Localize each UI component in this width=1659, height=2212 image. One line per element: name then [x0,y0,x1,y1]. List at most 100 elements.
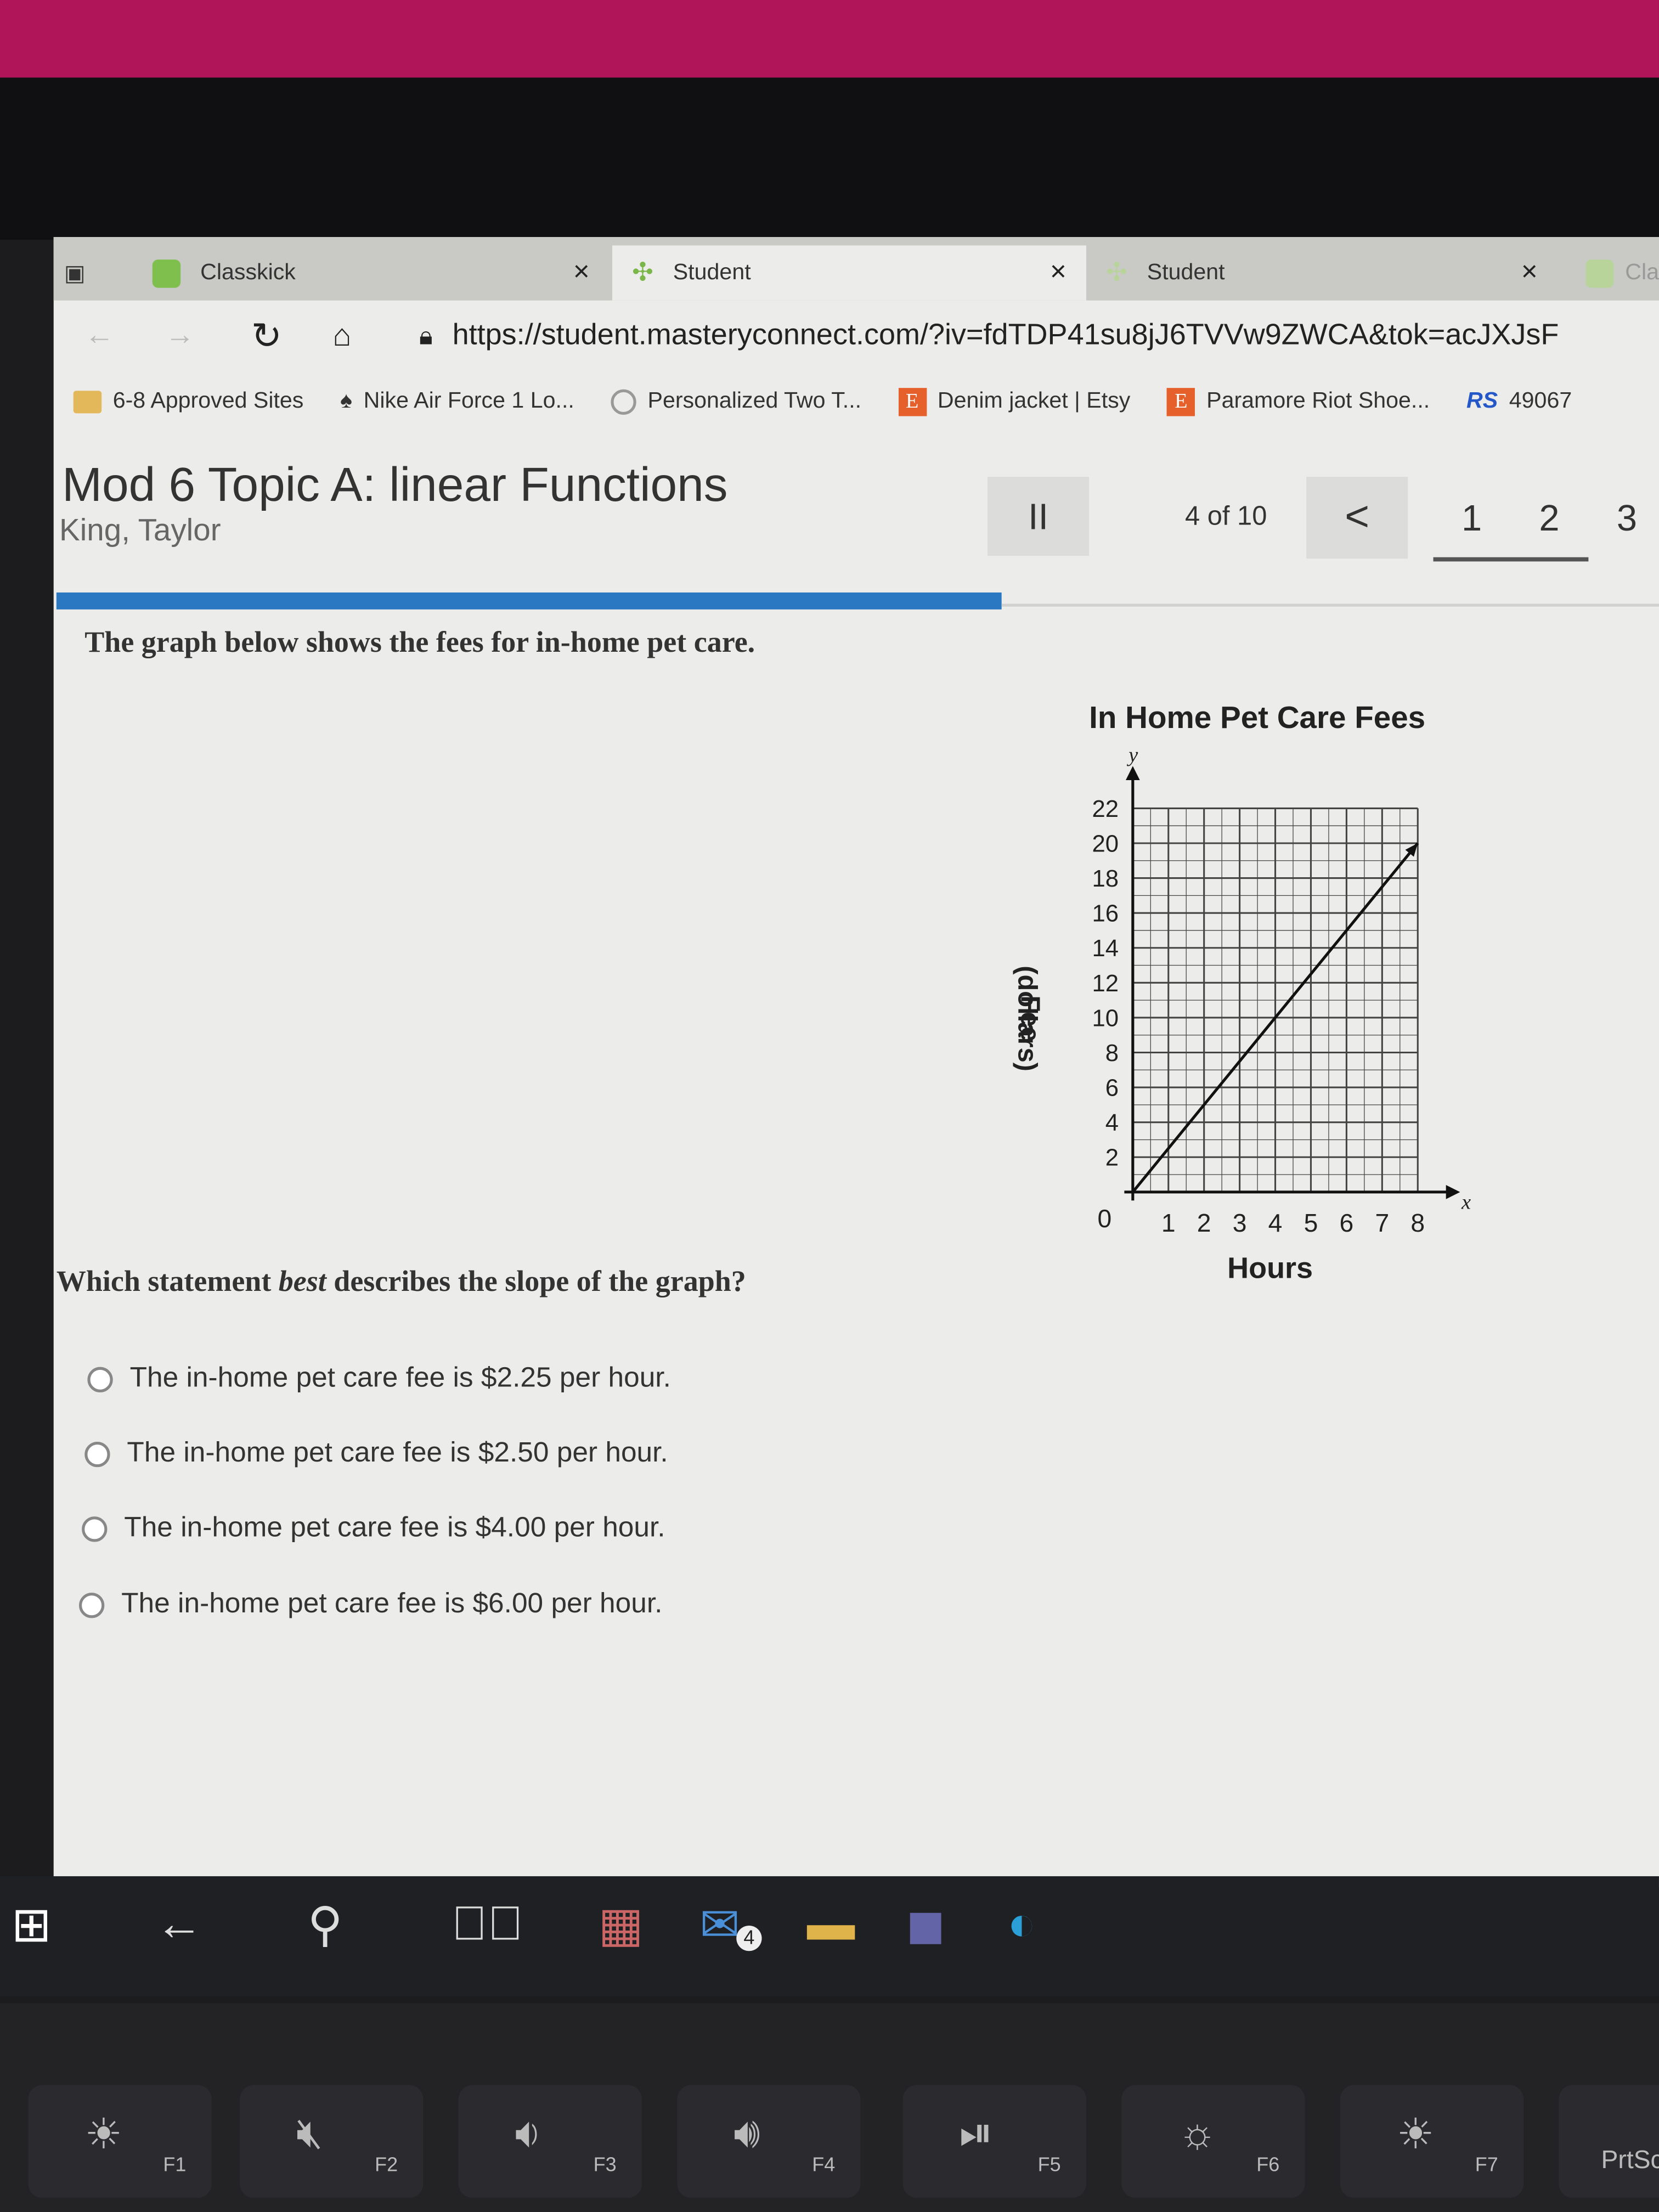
photo-of-screen: ▣ Classkick × ✣ Student × ✣ Student × Cl… [0,0,1659,2212]
page-1-button[interactable]: 1 [1462,496,1482,540]
y-tick-label: 12 [1092,970,1119,997]
current-page-indicator [1433,557,1589,562]
back-arrow-icon[interactable]: ← [155,1898,203,1953]
windows-start-icon[interactable]: ⊞ [12,1898,52,1954]
key-label: F4 [812,2152,836,2176]
y-axis-label-line2: (dollars) [1013,966,1042,1071]
rs-icon: RS [1466,389,1498,414]
close-tab-icon[interactable]: × [1050,257,1066,289]
prompt-text: describes the slope of the graph? [326,1263,746,1298]
folder-icon [73,391,102,414]
key-f7: ☀ F7 [1340,2085,1524,2198]
refresh-icon[interactable]: ↻ [251,314,282,358]
bookmark-paramore[interactable]: E Paramore Riot Shoe... [1167,388,1430,416]
background-fabric [0,0,1659,85]
bookmark-rs[interactable]: RS 49067 [1466,390,1572,415]
radio-button[interactable] [87,1366,113,1392]
x-tick-label: 6 [1340,1209,1354,1237]
bookmark-label: Nike Air Force 1 Lo... [363,389,574,414]
radio-button[interactable] [78,1592,105,1618]
mail-badge: 4 [736,1925,762,1951]
mail-icon[interactable]: ✉ 4 [699,1898,762,1954]
teams-icon[interactable]: ◼ [906,1898,946,1954]
task-view-icon[interactable]: ▯⃞ [452,1898,523,1953]
brightness-up-icon: ☀ [1396,2112,1435,2159]
tab-classkick-2[interactable]: Cla [1585,245,1659,300]
progress-bar [56,592,1002,610]
y-tick-label: 16 [1092,900,1119,927]
option-label: The in-home pet care fee is $4.00 per ho… [124,1512,665,1544]
tab-label: Student [1147,260,1225,285]
edge-icon[interactable]: ◐ [1007,1898,1036,1953]
tab-student-active[interactable]: ✣ Student × [612,245,1086,301]
bookmark-denim-jacket[interactable]: E Denim jacket | Etsy [898,388,1130,416]
y-tick-label: 14 [1092,935,1119,962]
y-tick-label: 6 [1105,1075,1119,1102]
chart-title: In Home Pet Care Fees [1089,700,1425,735]
bookmark-label: Personalized Two T... [647,389,862,414]
search-icon[interactable]: ⚲ [308,1898,343,1954]
x-axis-variable: x [1461,1191,1471,1214]
forward-icon[interactable]: → [165,319,195,353]
store-icon[interactable]: ▦ [598,1898,644,1954]
prompt-emphasis: best [278,1263,326,1298]
bookmark-label: Denim jacket | Etsy [937,389,1131,414]
radio-button[interactable] [84,1441,110,1466]
tab-student[interactable]: ✣ Student × [1106,245,1558,300]
back-icon[interactable]: ← [84,319,114,353]
key-f4: 🔊︎ F4 [677,2085,861,2198]
answer-option-a[interactable]: The in-home pet care fee is $2.25 per ho… [87,1362,671,1395]
bookmark-approved-sites[interactable]: 6-8 Approved Sites [73,389,304,415]
close-tab-icon[interactable]: × [573,257,590,289]
file-explorer-icon[interactable]: ▬ [807,1898,855,1953]
previous-question-button[interactable]: < [1306,477,1408,559]
lock-icon: 🔒︎ [419,320,433,349]
y-tick-label: 2 [1105,1144,1119,1171]
tab-classkick[interactable]: Classkick × [152,245,610,300]
question-prompt: Which statement best describes the slope… [57,1264,746,1299]
page-3-button[interactable]: 3 [1617,496,1637,540]
tab-label: Classkick [200,260,296,285]
key-f6: ☼ F6 [1121,2085,1305,2198]
page-2-button[interactable]: 2 [1539,496,1559,540]
y-axis-variable: y [1126,744,1138,767]
close-tab-icon[interactable]: × [1521,257,1538,289]
home-icon[interactable]: ⌂ [332,318,351,354]
classkick-icon [1585,258,1614,287]
progress-track [1001,603,1659,607]
answer-option-b[interactable]: The in-home pet care fee is $2.50 per ho… [84,1437,668,1470]
volume-up-icon: 🔊︎ [733,2110,760,2157]
nike-icon: ♠ [340,389,353,414]
url-field[interactable]: https://student.masteryconnect.com/?iv=f… [453,319,1559,353]
key-f2: 🔇︎ F2 [240,2085,424,2198]
pause-button[interactable]: II [987,477,1090,556]
key-f1: ☀ F1 [28,2085,212,2198]
key-label: F7 [1475,2152,1498,2176]
y-tick-label: 22 [1092,795,1119,822]
answer-option-d[interactable]: The in-home pet care fee is $6.00 per ho… [78,1588,662,1621]
bookmark-personalized[interactable]: Personalized Two T... [611,389,862,415]
tab-actions-icon[interactable]: ▣ [54,245,96,300]
key-label: F2 [375,2152,398,2176]
option-label: The in-home pet care fee is $2.25 per ho… [129,1362,671,1394]
x-tick-label: 5 [1304,1209,1318,1237]
radio-button[interactable] [82,1515,108,1542]
circle-icon [611,389,636,415]
question-intro: The graph below shows the fees for in-ho… [84,625,755,659]
tab-label: Student [673,260,751,285]
y-tick-label: 4 [1105,1109,1119,1136]
key-label: F5 [1037,2152,1061,2176]
answer-option-c[interactable]: The in-home pet care fee is $4.00 per ho… [82,1513,665,1545]
x-tick-label: 3 [1233,1209,1247,1237]
x-tick-label: 7 [1375,1209,1389,1237]
bookmark-label: 49067 [1509,389,1572,414]
page-title: Mod 6 Topic A: linear Functions [62,458,728,512]
y-tick-label: 10 [1092,1005,1119,1031]
masteryconnect-icon: ✣ [1105,258,1127,286]
bookmark-nike[interactable]: ♠ Nike Air Force 1 Lo... [340,390,574,415]
key-label: PrtSc [1601,2146,1659,2174]
key-f5: ⏯︎ F5 [902,2085,1086,2198]
bookmark-label: 6-8 Approved Sites [112,389,304,414]
brightness-icon: ☀ [84,2112,123,2159]
key-label: F6 [1256,2152,1280,2176]
